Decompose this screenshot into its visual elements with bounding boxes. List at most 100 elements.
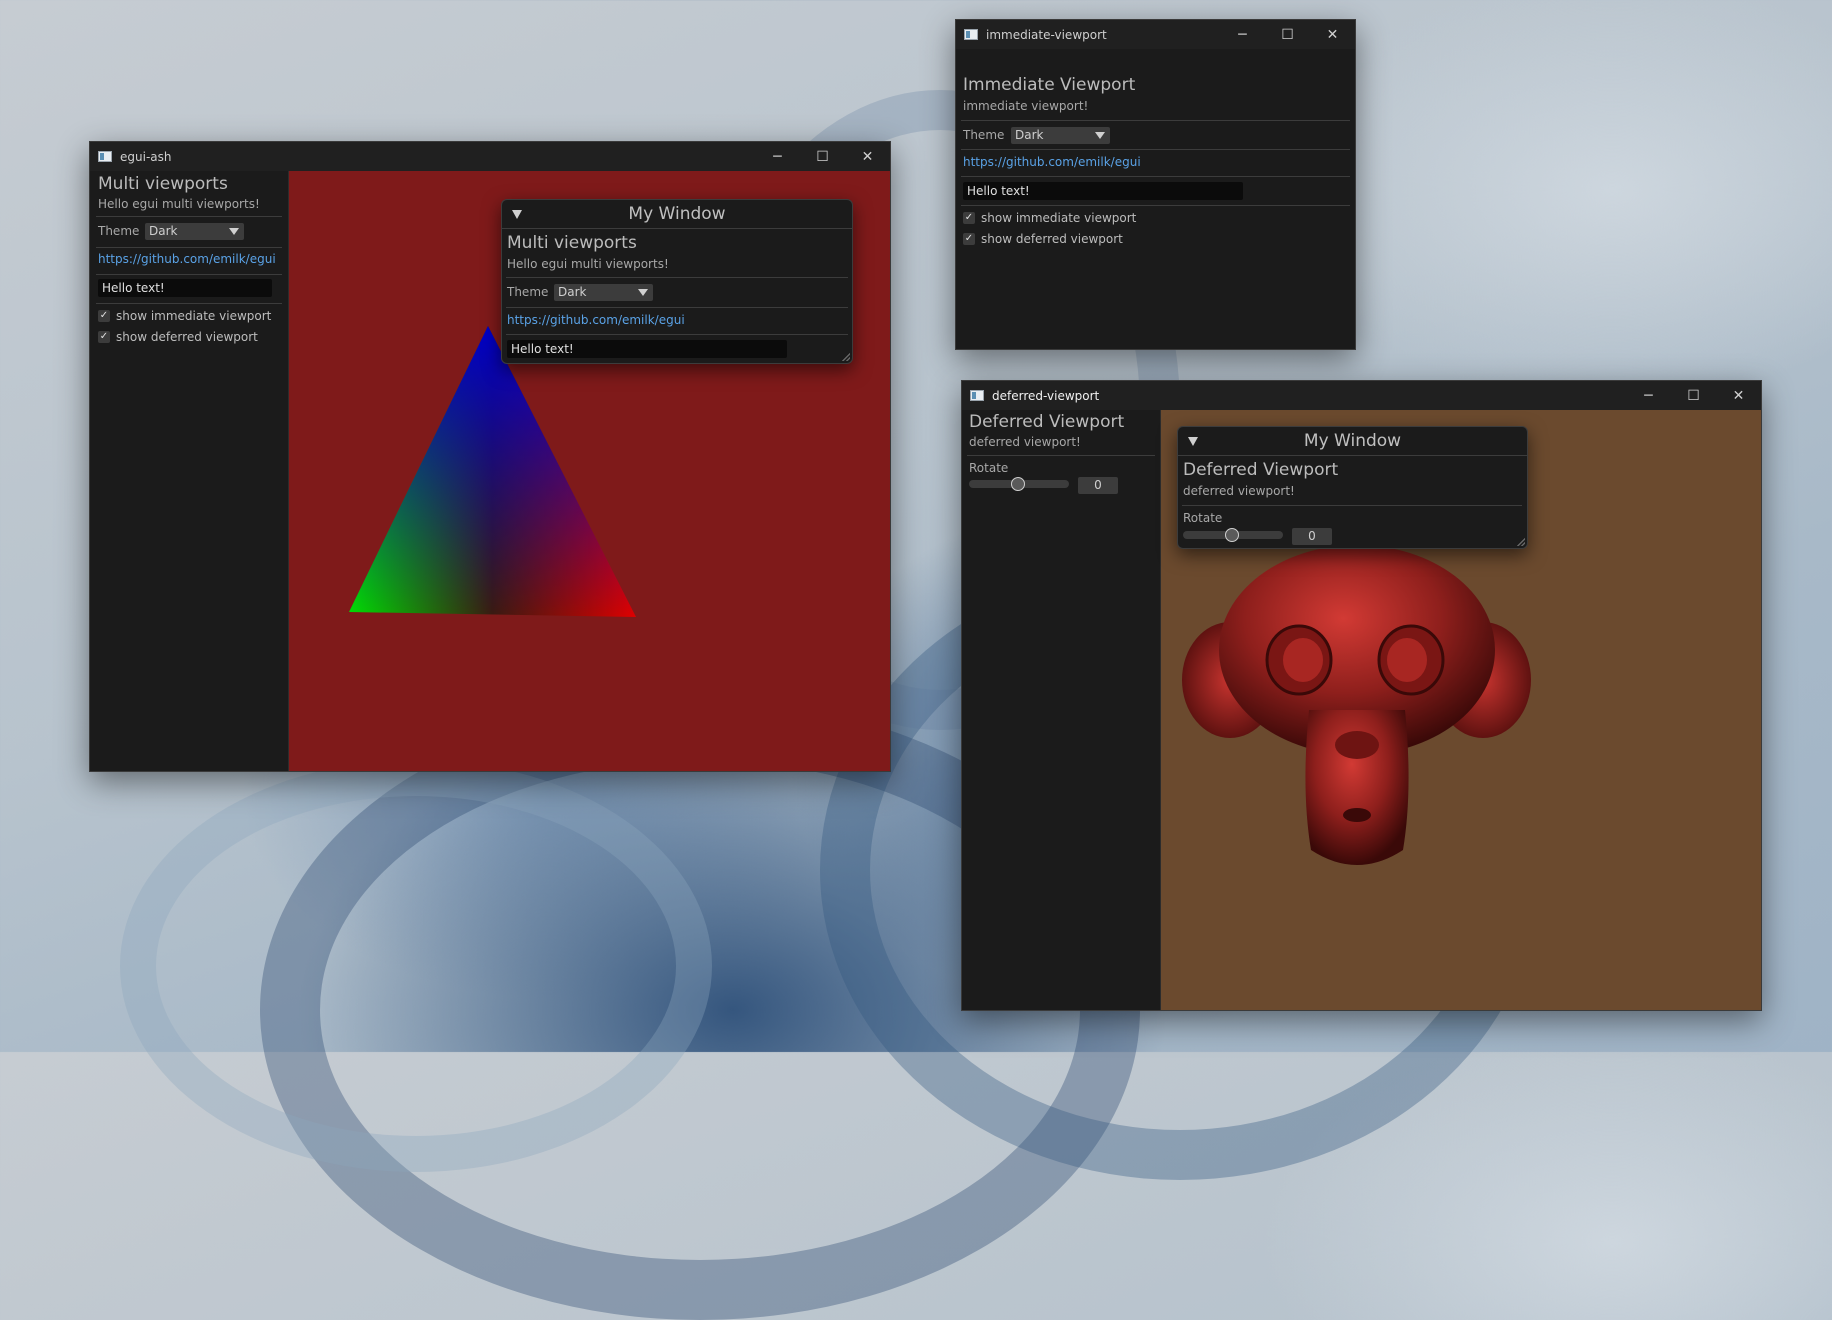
checkbox-label: show deferred viewport xyxy=(116,330,258,344)
separator xyxy=(961,120,1350,121)
egui-ash-window: egui-ash ─ ☐ ✕ Multi viewports Hello egu… xyxy=(89,141,891,772)
theme-combo[interactable]: Dark xyxy=(145,223,244,240)
app-icon xyxy=(970,390,984,401)
checkmark-icon: ✓ xyxy=(963,212,975,224)
rotate-slider[interactable] xyxy=(969,476,1069,492)
separator xyxy=(96,303,282,304)
close-button[interactable]: ✕ xyxy=(1310,27,1355,43)
checkbox-label: show deferred viewport xyxy=(981,232,1123,246)
title-bar[interactable]: deferred-viewport ─ ☐ ✕ xyxy=(962,381,1761,410)
window-title: deferred-viewport xyxy=(992,388,1100,403)
theme-combo[interactable]: Dark xyxy=(554,284,653,301)
maximize-button[interactable]: ☐ xyxy=(1265,27,1310,43)
show-immediate-viewport-checkbox[interactable]: ✓ show immediate viewport xyxy=(963,211,1136,225)
separator xyxy=(96,274,282,275)
close-button[interactable]: ✕ xyxy=(845,149,890,165)
separator xyxy=(961,149,1350,150)
nose xyxy=(1335,731,1379,759)
window-title: immediate-viewport xyxy=(986,27,1107,42)
render-canvas[interactable]: My Window Multi viewports Hello egui mul… xyxy=(289,171,890,771)
show-deferred-viewport-checkbox[interactable]: ✓ show deferred viewport xyxy=(98,330,258,344)
panel-heading: Multi viewports xyxy=(98,174,228,194)
theme-combo-value: Dark xyxy=(1015,128,1044,142)
theme-label: Theme xyxy=(963,128,1005,142)
my-window-header[interactable]: My Window xyxy=(1178,427,1527,456)
separator xyxy=(96,247,282,248)
right-pupil xyxy=(1387,638,1427,682)
title-bar[interactable]: egui-ash ─ ☐ ✕ xyxy=(90,142,890,171)
collapse-triangle-icon[interactable] xyxy=(512,210,522,219)
dropdown-arrow-icon xyxy=(1095,132,1105,139)
deferred-viewport-window: deferred-viewport ─ ☐ ✕ Deferred Viewpor… xyxy=(961,380,1762,1011)
panel-subtitle: immediate viewport! xyxy=(963,99,1089,113)
hello-text-input[interactable]: Hello text! xyxy=(963,182,1243,200)
my-window[interactable]: My Window Multi viewports Hello egui mul… xyxy=(501,199,853,364)
title-bar[interactable]: immediate-viewport ─ ☐ ✕ xyxy=(956,20,1355,49)
side-panel: Multi viewports Hello egui multi viewpor… xyxy=(90,171,289,771)
rotate-label: Rotate xyxy=(969,461,1009,475)
checkbox-label: show immediate viewport xyxy=(981,211,1137,225)
immediate-viewport-window: immediate-viewport ─ ☐ ✕ Immediate Viewp… xyxy=(955,19,1356,350)
separator xyxy=(961,205,1350,206)
my-window-heading: Multi viewports xyxy=(507,233,637,253)
show-deferred-viewport-checkbox[interactable]: ✓ show deferred viewport xyxy=(963,232,1123,246)
resize-grip-icon[interactable] xyxy=(842,353,850,361)
viewport-panel: Immediate Viewport immediate viewport! T… xyxy=(956,49,1355,349)
my-window-heading: Deferred Viewport xyxy=(1183,460,1339,480)
app-icon xyxy=(964,29,978,40)
slider-knob[interactable] xyxy=(1011,477,1025,491)
separator xyxy=(506,307,848,308)
panel-heading: Deferred Viewport xyxy=(969,412,1125,432)
left-pupil xyxy=(1283,638,1323,682)
collapse-triangle-icon[interactable] xyxy=(1188,437,1198,446)
checkbox-label: show immediate viewport xyxy=(116,309,272,323)
theme-combo-value: Dark xyxy=(558,285,587,299)
wallpaper-wave xyxy=(120,760,712,1172)
show-immediate-viewport-checkbox[interactable]: ✓ show immediate viewport xyxy=(98,309,271,323)
separator xyxy=(96,216,282,217)
mouth xyxy=(1343,808,1371,822)
my-window[interactable]: My Window Deferred Viewport deferred vie… xyxy=(1177,426,1528,549)
my-window-title: My Window xyxy=(1303,431,1402,451)
minimize-button[interactable]: ─ xyxy=(755,149,800,165)
maximize-button[interactable]: ☐ xyxy=(800,149,845,165)
separator xyxy=(967,455,1155,456)
separator xyxy=(961,176,1350,177)
minimize-button[interactable]: ─ xyxy=(1220,27,1265,43)
rotate-value-box[interactable]: 0 xyxy=(1078,477,1118,494)
theme-combo[interactable]: Dark xyxy=(1011,127,1110,144)
separator xyxy=(506,277,848,278)
rotate-label: Rotate xyxy=(1183,511,1223,525)
app-icon xyxy=(98,151,112,162)
panel-heading: Immediate Viewport xyxy=(963,75,1136,95)
my-window-subtitle: deferred viewport! xyxy=(1183,484,1295,498)
my-window-title: My Window xyxy=(628,204,726,224)
hello-text-input[interactable]: Hello text! xyxy=(507,340,787,358)
panel-subtitle: deferred viewport! xyxy=(969,435,1081,449)
theme-label: Theme xyxy=(98,224,140,238)
checkmark-icon: ✓ xyxy=(98,310,110,322)
theme-combo-value: Dark xyxy=(149,224,178,238)
close-button[interactable]: ✕ xyxy=(1716,388,1761,404)
rotate-value-box[interactable]: 0 xyxy=(1292,528,1332,545)
my-window-subtitle: Hello egui multi viewports! xyxy=(507,257,669,271)
my-window-header[interactable]: My Window xyxy=(502,200,852,229)
dropdown-arrow-icon xyxy=(229,228,239,235)
minimize-button[interactable]: ─ xyxy=(1626,388,1671,404)
checkmark-icon: ✓ xyxy=(963,233,975,245)
github-link[interactable]: https://github.com/emilk/egui xyxy=(507,313,685,327)
maximize-button[interactable]: ☐ xyxy=(1671,388,1716,404)
panel-subtitle: Hello egui multi viewports! xyxy=(98,197,260,211)
separator xyxy=(506,334,848,335)
slider-knob[interactable] xyxy=(1225,528,1239,542)
rotate-slider[interactable] xyxy=(1183,527,1283,543)
hello-text-input[interactable]: Hello text! xyxy=(98,279,272,297)
github-link[interactable]: https://github.com/emilk/egui xyxy=(98,252,276,266)
github-link[interactable]: https://github.com/emilk/egui xyxy=(963,155,1141,169)
window-title: egui-ash xyxy=(120,149,172,164)
theme-label: Theme xyxy=(507,285,549,299)
render-canvas[interactable]: My Window Deferred Viewport deferred vie… xyxy=(1161,410,1761,1010)
resize-grip-icon[interactable] xyxy=(1517,538,1525,546)
dropdown-arrow-icon xyxy=(638,289,648,296)
side-panel: Deferred Viewport deferred viewport! Rot… xyxy=(962,410,1161,1010)
